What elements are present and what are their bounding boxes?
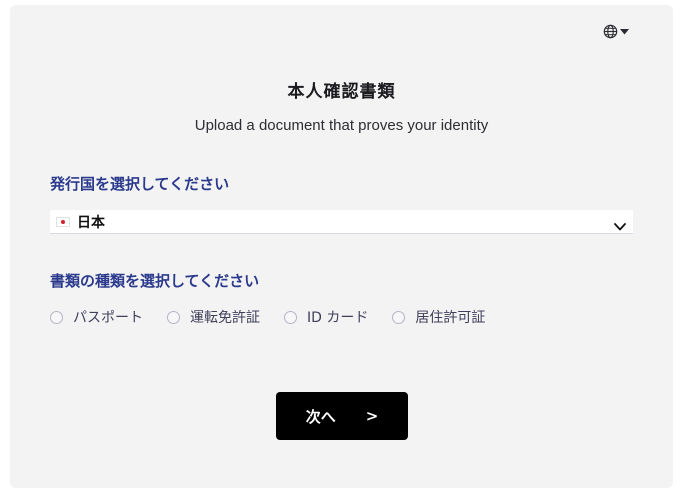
language-switcher[interactable]: [603, 24, 629, 39]
radio-button[interactable]: [392, 310, 406, 324]
country-select-value: 日本: [77, 214, 105, 231]
japan-flag-icon: [56, 216, 70, 227]
caret-down-icon: [620, 28, 629, 35]
country-select[interactable]: 日本: [50, 210, 633, 234]
radio-button[interactable]: [50, 310, 63, 324]
next-button-label: 次へ: [305, 407, 336, 426]
country-label: 発行国を選択してください: [50, 175, 230, 193]
page-subtitle: Upload a document that proves your ident…: [194, 117, 489, 134]
page-title: 本人確認書類: [287, 82, 396, 102]
globe-icon: [603, 24, 618, 39]
radio-option-passport[interactable]: パスポート: [50, 307, 143, 327]
radio-option-id-card[interactable]: ID カード: [284, 307, 368, 327]
radio-label: パスポート: [73, 310, 143, 326]
radio-option-drivers-license[interactable]: 運転免許証: [167, 307, 260, 327]
radio-label: 運転免許証: [190, 310, 260, 326]
chevron-down-icon: [614, 216, 626, 235]
radio-button[interactable]: [284, 310, 297, 324]
document-type-label: 書類の種類を選択してください: [50, 272, 260, 290]
next-button[interactable]: 次へ >: [276, 392, 408, 440]
chevron-right-icon: >: [365, 407, 379, 425]
radio-button[interactable]: [167, 310, 180, 324]
id-document-card: 本人確認書類 Upload a document that proves you…: [10, 5, 673, 488]
document-type-radio-group: パスポート 運転免許証 ID カード 居住許可証: [50, 307, 509, 327]
radio-label: 居住許可証: [415, 310, 486, 326]
radio-label: ID カード: [307, 310, 369, 326]
radio-option-residence-permit[interactable]: 居住許可証: [392, 307, 485, 327]
